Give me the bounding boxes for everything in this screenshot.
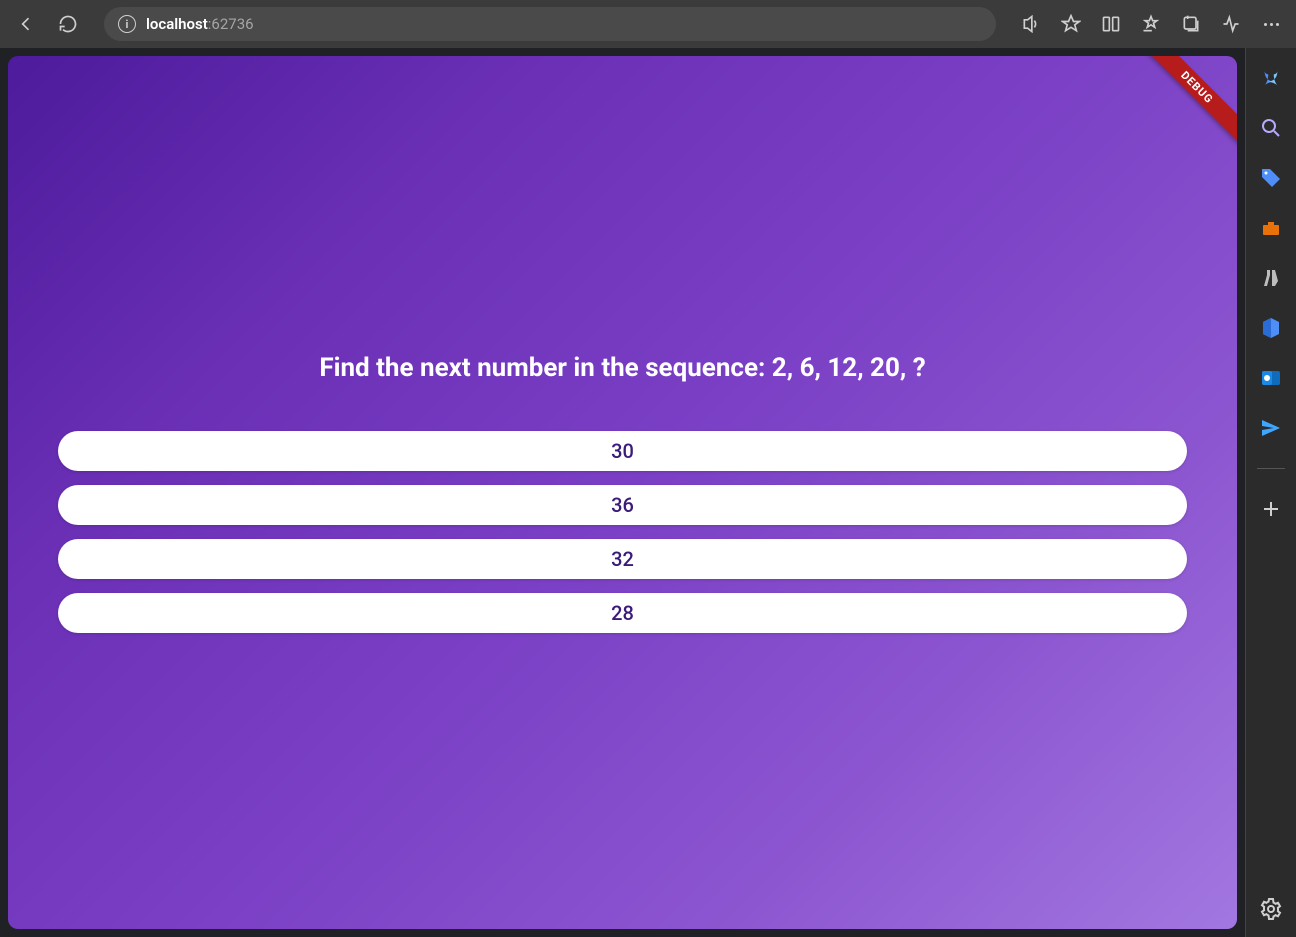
tools-icon[interactable]	[1259, 216, 1283, 240]
quiz-app: DEBUG Find the next number in the sequen…	[8, 56, 1237, 929]
outlook-icon[interactable]	[1259, 366, 1283, 390]
options-list: 30 36 32 28	[58, 431, 1187, 633]
refresh-button[interactable]	[56, 12, 80, 36]
collections-icon[interactable]	[1180, 13, 1202, 35]
performance-icon[interactable]	[1220, 13, 1242, 35]
send-icon[interactable]	[1259, 416, 1283, 440]
url-text: localhost:62736	[146, 15, 254, 33]
shopping-tag-icon[interactable]	[1259, 166, 1283, 190]
read-aloud-icon[interactable]	[1020, 13, 1042, 35]
split-screen-icon[interactable]	[1100, 13, 1122, 35]
browser-right-actions	[1020, 13, 1282, 35]
option-label: 28	[611, 601, 634, 625]
url-host: localhost	[146, 15, 208, 33]
favorite-star-icon[interactable]	[1060, 13, 1082, 35]
debug-ribbon: DEBUG	[1127, 56, 1237, 166]
option-button-1[interactable]: 36	[58, 485, 1187, 525]
browser-sidebar	[1245, 48, 1296, 937]
question-text: Find the next number in the sequence: 2,…	[319, 353, 925, 383]
games-icon[interactable]	[1259, 266, 1283, 290]
sidebar-divider	[1257, 468, 1285, 469]
quiz-container: Find the next number in the sequence: 2,…	[8, 353, 1237, 633]
address-bar[interactable]: i localhost:62736	[104, 7, 996, 41]
site-info-icon[interactable]: i	[118, 15, 136, 33]
office-icon[interactable]	[1259, 316, 1283, 340]
add-sidebar-icon[interactable]	[1259, 497, 1283, 521]
favorites-list-icon[interactable]	[1140, 13, 1162, 35]
option-button-0[interactable]: 30	[58, 431, 1187, 471]
url-port: :62736	[208, 15, 254, 33]
browser-toolbar: i localhost:62736	[0, 0, 1296, 48]
option-button-2[interactable]: 32	[58, 539, 1187, 579]
more-menu-icon[interactable]	[1260, 13, 1282, 35]
option-label: 36	[611, 493, 634, 517]
option-label: 32	[611, 547, 634, 571]
back-button[interactable]	[14, 12, 38, 36]
option-button-3[interactable]: 28	[58, 593, 1187, 633]
settings-sidebar-icon[interactable]	[1259, 897, 1283, 921]
debug-ribbon-label: DEBUG	[1137, 56, 1237, 147]
copilot-icon[interactable]	[1259, 66, 1283, 90]
option-label: 30	[611, 439, 634, 463]
page-viewport: DEBUG Find the next number in the sequen…	[0, 48, 1245, 937]
search-sidebar-icon[interactable]	[1259, 116, 1283, 140]
